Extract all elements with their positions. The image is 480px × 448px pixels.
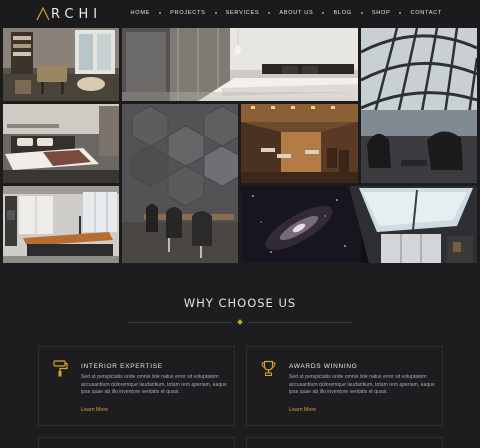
nav-separator <box>214 12 217 14</box>
nav-separator <box>322 12 325 14</box>
gallery-tile-living-room[interactable] <box>3 28 119 101</box>
logo[interactable]: RCHI <box>36 6 102 22</box>
card-description: Sed ut perspiciatis unde omnis iste natu… <box>289 374 435 396</box>
nav-separator <box>268 12 271 14</box>
learn-more-link[interactable]: Learn More <box>81 407 108 413</box>
nav-services[interactable]: SERVICES <box>226 10 260 16</box>
nav-shop[interactable]: SHOP <box>372 10 391 16</box>
gallery-tile-white-bedroom[interactable] <box>122 28 358 101</box>
gallery-tile-hexagon-office[interactable] <box>122 104 238 263</box>
learn-more-link[interactable]: Learn More <box>289 407 316 413</box>
restaurant-image <box>241 104 358 183</box>
nav-contact[interactable]: CONTACT <box>410 10 442 16</box>
feature-card-partial <box>246 437 443 448</box>
kitchen-image <box>3 186 119 263</box>
logo-a-icon <box>36 7 50 21</box>
section-title: WHY CHOOSE US <box>183 296 297 310</box>
card-title: AWARDS WINNING <box>289 363 358 370</box>
nav-home[interactable]: HOME <box>131 10 151 16</box>
site-header: RCHI HOME PROJECTS SERVICES ABOUT US BLO… <box>0 0 480 28</box>
gallery-tile-galaxy[interactable] <box>241 186 477 263</box>
trophy-icon <box>261 360 276 376</box>
project-gallery <box>3 28 477 263</box>
nav-projects[interactable]: PROJECTS <box>170 10 205 16</box>
nav-separator <box>360 12 363 14</box>
gallery-tile-kitchen[interactable] <box>3 186 119 263</box>
logo-text: RCHI <box>51 6 103 22</box>
why-choose-us-section: WHY CHOOSE US INTERIOR EXPERTISE Sed ut … <box>0 263 480 448</box>
card-title: INTERIOR EXPERTISE <box>81 363 163 370</box>
glass-dome-image <box>361 28 477 183</box>
gallery-tile-dark-bedroom[interactable] <box>3 104 119 183</box>
feature-card-awards-winning: AWARDS WINNING Sed ut perspiciatis unde … <box>246 346 443 426</box>
nav-blog[interactable]: BLOG <box>333 10 351 16</box>
nav-separator <box>159 12 162 14</box>
nav-about-us[interactable]: ABOUT US <box>279 10 313 16</box>
nav-separator <box>399 12 402 14</box>
living-room-image <box>3 28 119 101</box>
main-nav: HOME PROJECTS SERVICES ABOUT US BLOG SHO… <box>131 10 442 16</box>
white-bedroom-image <box>122 28 358 101</box>
galaxy-image <box>241 186 477 263</box>
gallery-tile-restaurant[interactable] <box>241 104 358 183</box>
dark-bedroom-image <box>3 104 119 183</box>
feature-card-partial <box>38 437 235 448</box>
gallery-tile-glass-dome[interactable] <box>361 28 477 183</box>
title-divider-diamond <box>237 319 243 325</box>
feature-card-interior-expertise: INTERIOR EXPERTISE Sed ut perspiciatis u… <box>38 346 235 426</box>
paint-roller-icon <box>53 360 68 377</box>
title-divider-right <box>248 322 352 323</box>
hexagon-office-image <box>122 104 238 263</box>
card-description: Sed ut perspiciatis unde omnis iste natu… <box>81 374 227 396</box>
title-divider-left <box>128 322 232 323</box>
